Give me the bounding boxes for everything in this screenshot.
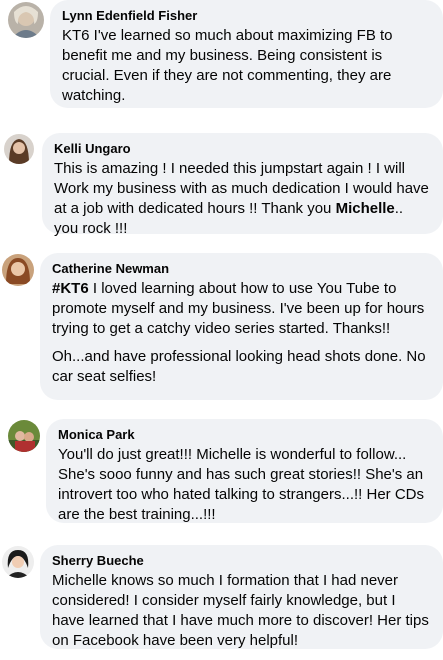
comment-bubble: Monica Park You'll do just great!!! Mich… [46,419,443,523]
avatar[interactable] [2,546,34,578]
comment-author[interactable]: Kelli Ungaro [54,141,431,157]
comment-text: KT6 I've learned so much about maximizin… [62,27,393,104]
comment-bubble: Kelli Ungaro This is amazing ! I needed … [42,133,443,237]
avatar[interactable] [8,2,44,38]
hashtag-link[interactable]: #KT6 [52,280,89,297]
avatar[interactable] [4,134,34,164]
comment-author[interactable]: Catherine Newman [52,261,431,277]
mention-link[interactable]: Michelle [336,200,395,217]
comment-text: You'll do just great!!! Michelle is wond… [58,446,424,523]
comment-text: This is amazing ! I needed this jumpstar… [54,160,429,237]
comment-text: Michelle knows so much I formation that … [52,572,429,649]
comment-author[interactable]: Monica Park [58,427,431,443]
comment-author[interactable]: Sherry Bueche [52,553,431,569]
comment-text-continued: Oh...and have professional looking head … [52,348,426,385]
comment-bubble: Lynn Edenfield Fisher KT6 I've learned s… [50,0,443,108]
avatar[interactable] [8,420,40,452]
comment-bubble: Sherry Bueche Michelle knows so much I f… [40,545,443,649]
comment-text: #KT6 I loved learning about how to use Y… [52,280,425,337]
comment-author[interactable]: Lynn Edenfield Fisher [62,8,431,24]
comment-bubble: Catherine Newman #KT6 I loved learning a… [40,253,443,400]
avatar[interactable] [2,254,34,286]
